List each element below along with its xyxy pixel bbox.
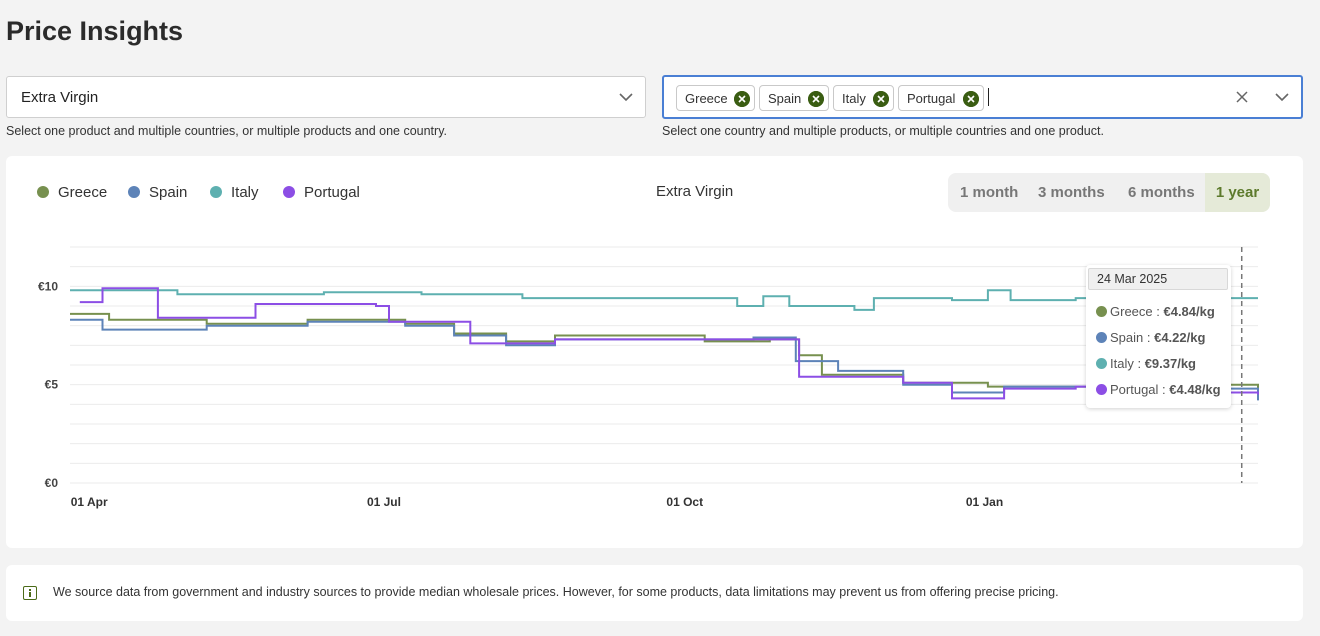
text-cursor <box>988 88 989 106</box>
info-text: We source data from government and indus… <box>53 585 1059 599</box>
chip-label: Spain <box>768 91 802 106</box>
tooltip-dot <box>1096 306 1107 317</box>
country-select-helper: Select one country and multiple products… <box>662 124 1104 138</box>
page-title: Price Insights <box>6 16 184 46</box>
chip-label: Greece <box>685 91 728 106</box>
remove-chip-icon[interactable] <box>873 91 889 107</box>
tooltip-row-italy: Italy : €9.37/kg <box>1096 356 1196 371</box>
chevron-down-icon[interactable] <box>618 89 634 105</box>
chip-greece: Greece <box>676 85 755 111</box>
tooltip-value: €4.22/kg <box>1154 330 1206 345</box>
x-tick-label: 01 Oct <box>666 495 703 509</box>
clear-icon[interactable] <box>1235 90 1249 104</box>
chip-spain: Spain <box>759 85 829 111</box>
series-line-portugal <box>79 287 1259 400</box>
x-tick-label: 01 Jan <box>966 495 1003 509</box>
tooltip-value: €4.84/kg <box>1163 304 1215 319</box>
tooltip-dot <box>1096 384 1107 395</box>
tooltip-row-portugal: Portugal : €4.48/kg <box>1096 382 1221 397</box>
info-banner: We source data from government and indus… <box>6 565 1303 621</box>
remove-chip-icon[interactable] <box>734 91 750 107</box>
tooltip-dot <box>1096 358 1107 369</box>
tooltip-country: Greece <box>1110 304 1153 319</box>
tooltip-row-greece: Greece : €4.84/kg <box>1096 304 1215 319</box>
chart-card: Greece Spain Italy Portugal Extra Virgin… <box>6 156 1303 548</box>
series-line-italy <box>70 289 1258 311</box>
y-tick-label: €10 <box>38 279 58 293</box>
tooltip-row-spain: Spain : €4.22/kg <box>1096 330 1205 345</box>
tooltip-date: 24 Mar 2025 <box>1088 268 1228 290</box>
chip-portugal: Portugal <box>898 85 984 111</box>
chip-label: Portugal <box>907 91 956 106</box>
tooltip-dot <box>1096 332 1107 343</box>
chip-italy: Italy <box>833 85 894 111</box>
tooltip-country: Portugal <box>1110 382 1159 397</box>
tooltip-value: €9.37/kg <box>1144 356 1197 371</box>
series-line-spain <box>70 318 1259 401</box>
product-select-value: Extra Virgin <box>21 89 99 106</box>
product-select[interactable]: Extra Virgin <box>6 76 646 118</box>
y-tick-label: €0 <box>45 476 59 490</box>
chevron-down-icon[interactable] <box>1274 89 1290 105</box>
tooltip-country: Italy <box>1110 356 1134 371</box>
chip-label: Italy <box>842 91 866 106</box>
chart-tooltip: 24 Mar 2025 Greece : €4.84/kg Spain : €4… <box>1086 265 1231 408</box>
tooltip-value: €4.48/kg <box>1169 382 1221 397</box>
x-tick-label: 01 Apr <box>71 495 108 509</box>
country-multiselect[interactable]: Greece Spain Italy Portugal <box>662 75 1303 119</box>
remove-chip-icon[interactable] <box>963 91 979 107</box>
remove-chip-icon[interactable] <box>808 91 824 107</box>
product-select-helper: Select one product and multiple countrie… <box>6 124 447 138</box>
x-tick-label: 01 Jul <box>367 495 401 509</box>
tooltip-country: Spain <box>1110 330 1144 345</box>
y-tick-label: €5 <box>45 378 59 392</box>
info-icon <box>23 586 37 600</box>
